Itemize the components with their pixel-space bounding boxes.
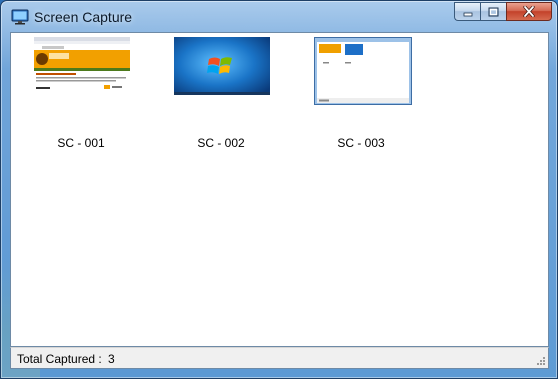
capture-thumbnail-webpage — [34, 37, 130, 95]
caption-buttons — [454, 2, 552, 22]
total-captured-label: Total Captured : — [17, 352, 102, 366]
monitor-icon — [11, 9, 29, 25]
maximize-icon — [488, 7, 499, 16]
capture-thumbnail-window — [314, 37, 412, 105]
maximize-button[interactable] — [480, 2, 506, 21]
title-bar[interactable]: Screen Capture — [1, 1, 557, 33]
minimize-button[interactable] — [454, 2, 480, 21]
capture-label: SC - 003 — [337, 136, 385, 150]
desktop-preview — [174, 37, 270, 95]
capture-list[interactable]: SC - 001 SC - 002 SC - 003 — [10, 32, 549, 347]
total-captured-count: 3 — [108, 352, 115, 366]
capture-label: SC - 002 — [197, 136, 245, 150]
resize-grip-icon[interactable] — [535, 355, 546, 366]
capture-label: SC - 001 — [57, 136, 105, 150]
window-title: Screen Capture — [34, 9, 133, 25]
capture-thumbnail-desktop — [174, 37, 270, 95]
status-bar: Total Captured : 3 — [10, 347, 549, 369]
screen-capture-window: Screen Capture SC - 001 SC - 002 SC - 00… — [0, 0, 558, 379]
close-button[interactable] — [506, 2, 552, 21]
minimize-icon — [463, 12, 472, 16]
webpage-preview — [34, 37, 130, 95]
close-icon — [523, 6, 535, 17]
window-preview — [315, 38, 411, 104]
